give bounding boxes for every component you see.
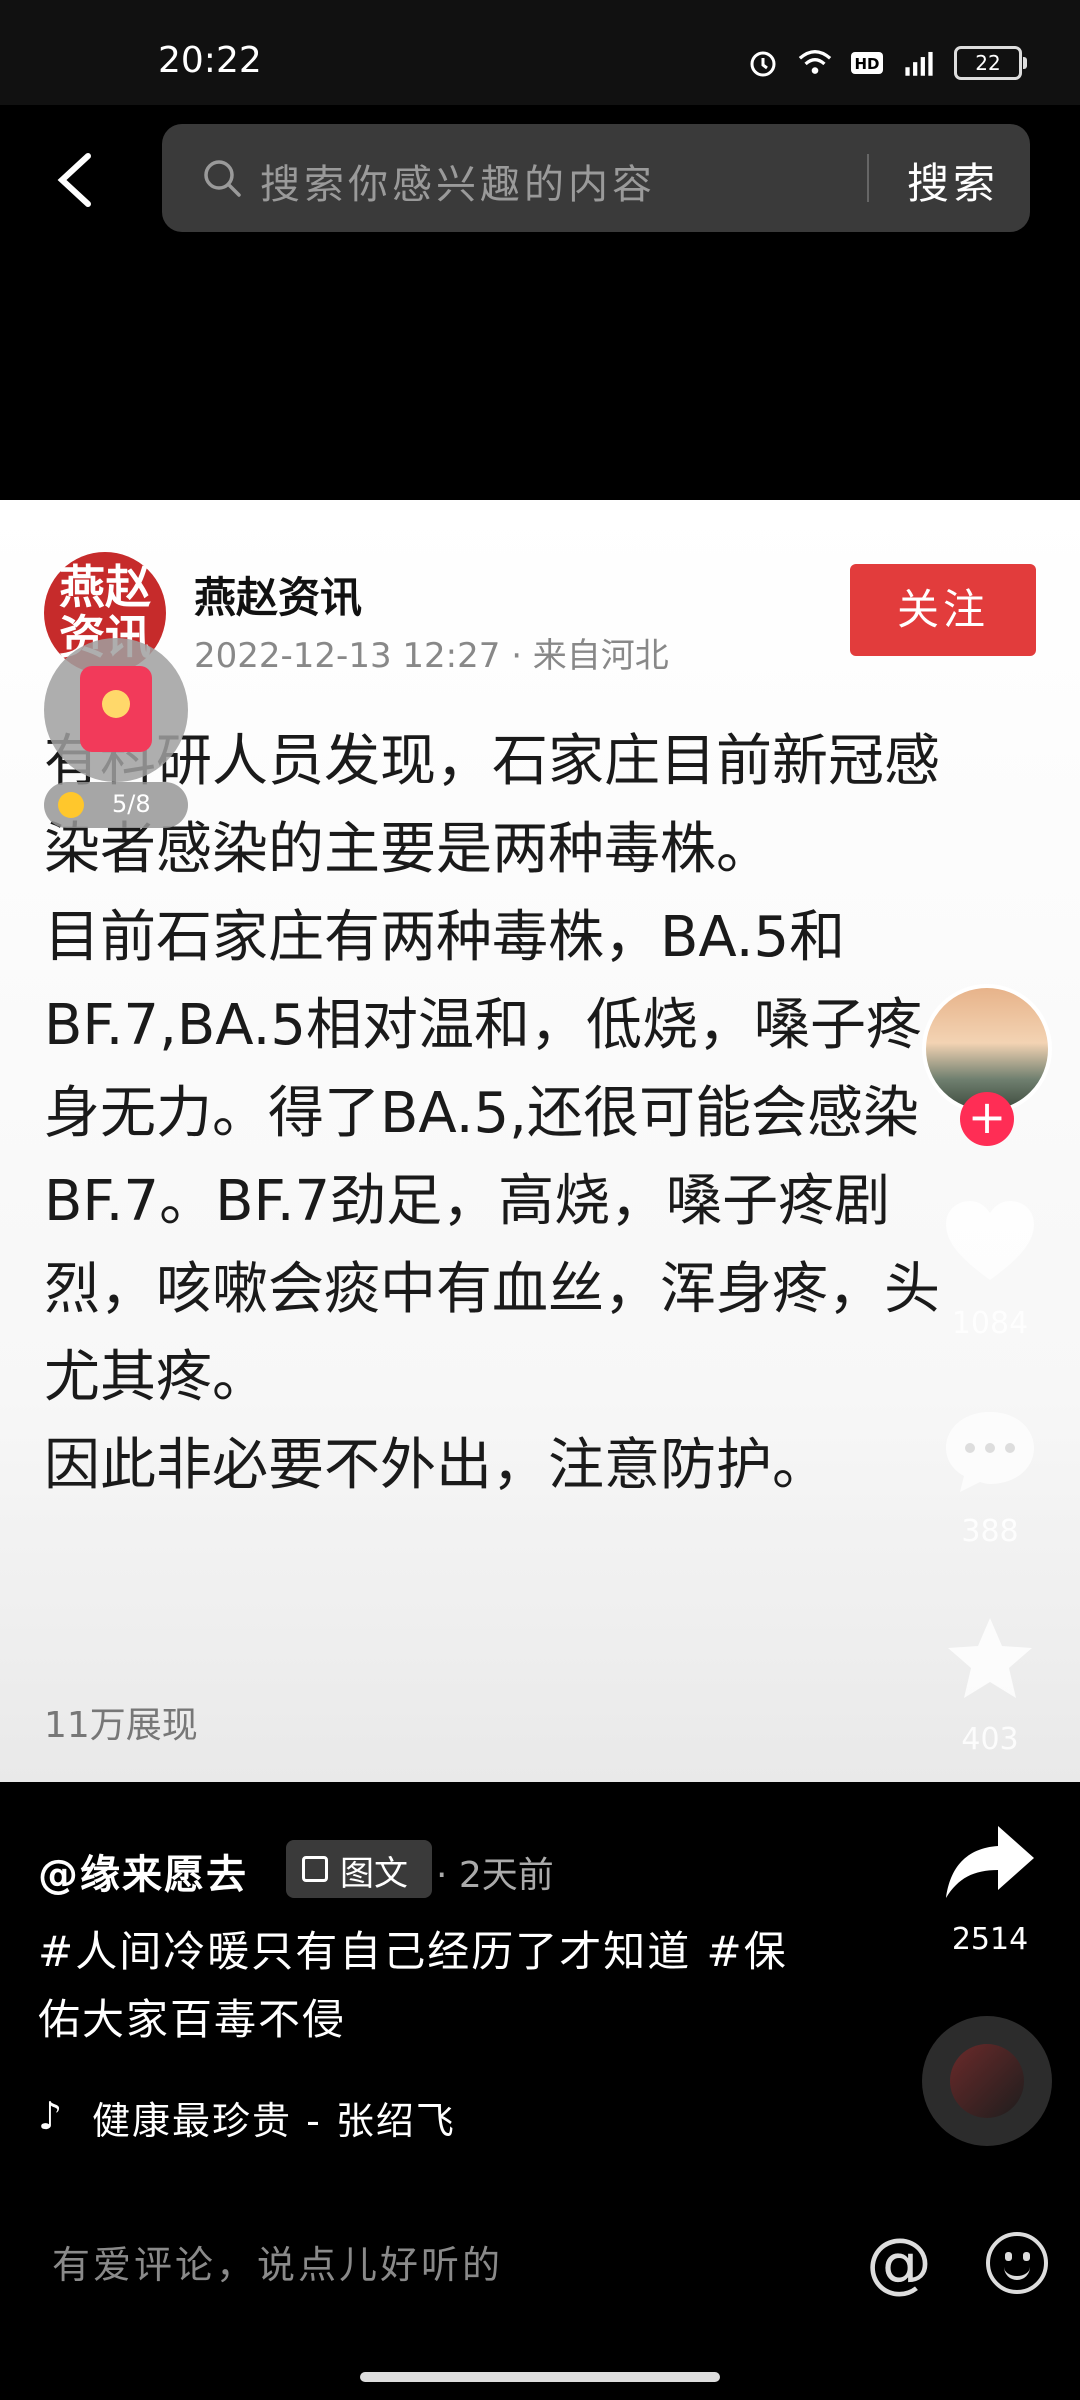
comment-count: 388 <box>961 1514 1019 1549</box>
hd-icon: HD <box>850 46 884 80</box>
status-time: 20:22 <box>158 40 262 81</box>
avatar-logo-text-top: 燕赵 <box>59 560 151 614</box>
status-bar: 20:22 HD 22 <box>0 0 1080 105</box>
image-text-icon <box>302 1856 328 1882</box>
coin-icon <box>58 792 84 818</box>
favorite-button[interactable] <box>940 1614 1040 1704</box>
music-title[interactable]: 健康最珍贵 - 张绍飞 <box>92 2090 456 2145</box>
reward-progress: 5/8 <box>44 782 188 828</box>
heart-icon <box>946 1201 1034 1280</box>
emoji-icon[interactable] <box>986 2232 1048 2294</box>
post-meta: 2022-12-13 12:27 · 来自河北 <box>194 636 669 676</box>
comment-input[interactable]: 有爱评论，说点儿好听的 <box>52 2234 503 2289</box>
post-card[interactable]: 燕赵 资讯 燕赵资讯 2022-12-13 12:27 · 来自河北 关注 有科… <box>0 500 1080 1782</box>
music-disc[interactable] <box>922 2016 1052 2146</box>
search-input[interactable]: 搜索你感兴趣的内容 <box>260 152 656 210</box>
content-type-badge: 图文 <box>286 1840 432 1898</box>
post-caption[interactable]: #人间冷暖只有自己经历了才知道 #保佑大家百毒不侵 <box>38 1918 798 2054</box>
search-button[interactable]: 搜索 <box>907 150 999 211</box>
battery-indicator: 22 <box>954 46 1027 80</box>
home-indicator[interactable] <box>360 2372 720 2382</box>
back-arrow-icon <box>57 153 91 207</box>
alarm-icon <box>746 46 780 80</box>
favorite-count: 403 <box>961 1722 1019 1757</box>
mention-icon[interactable]: @ <box>866 2224 932 2301</box>
view-count: 11万展现 <box>44 1705 198 1746</box>
comment-bubble-icon <box>946 1412 1034 1492</box>
post-paragraph: 目前石家庄有两种毒株，BA.5和BF.7,BA.5相对温和，低烧，嗓子疼，身无力… <box>44 905 979 1410</box>
follow-button[interactable]: 关注 <box>850 564 1036 656</box>
post-body: 有科研人员发现，石家庄目前新冠感染者感染的主要是两种毒株。 目前石家庄有两种毒株… <box>44 718 994 1510</box>
post-paragraph: 因此非必要不外出，注意防护。 <box>44 1433 828 1498</box>
search-bar[interactable]: 搜索你感兴趣的内容 搜索 <box>162 124 1030 232</box>
post-time: · 2天前 <box>436 1855 554 1896</box>
follow-plus-button[interactable]: + <box>960 1092 1014 1146</box>
author-name[interactable]: 燕赵资讯 <box>194 564 362 625</box>
music-cover <box>950 2044 1024 2118</box>
music-note-icon: ♪ <box>38 2094 63 2138</box>
share-count: 2514 <box>951 1922 1029 1957</box>
red-packet-icon <box>80 666 152 752</box>
search-divider <box>867 154 869 202</box>
signal-icon <box>902 46 936 80</box>
share-arrow-icon <box>946 1826 1034 1898</box>
share-button[interactable] <box>940 1818 1040 1908</box>
comment-button[interactable] <box>940 1406 1040 1496</box>
status-icons: HD 22 <box>746 46 1027 80</box>
search-icon <box>202 158 242 198</box>
like-count: 1084 <box>951 1306 1029 1341</box>
content-type-label: 图文 <box>340 1854 408 1894</box>
reward-progress-text: 5/8 <box>112 790 151 818</box>
wifi-icon <box>798 46 832 80</box>
back-button[interactable] <box>50 150 100 210</box>
star-icon <box>948 1618 1032 1698</box>
like-button[interactable] <box>940 1196 1040 1286</box>
author-handle[interactable]: @缘来愿去 <box>38 1842 248 1900</box>
red-packet-button[interactable] <box>44 638 188 782</box>
svg-text:HD: HD <box>854 55 879 73</box>
